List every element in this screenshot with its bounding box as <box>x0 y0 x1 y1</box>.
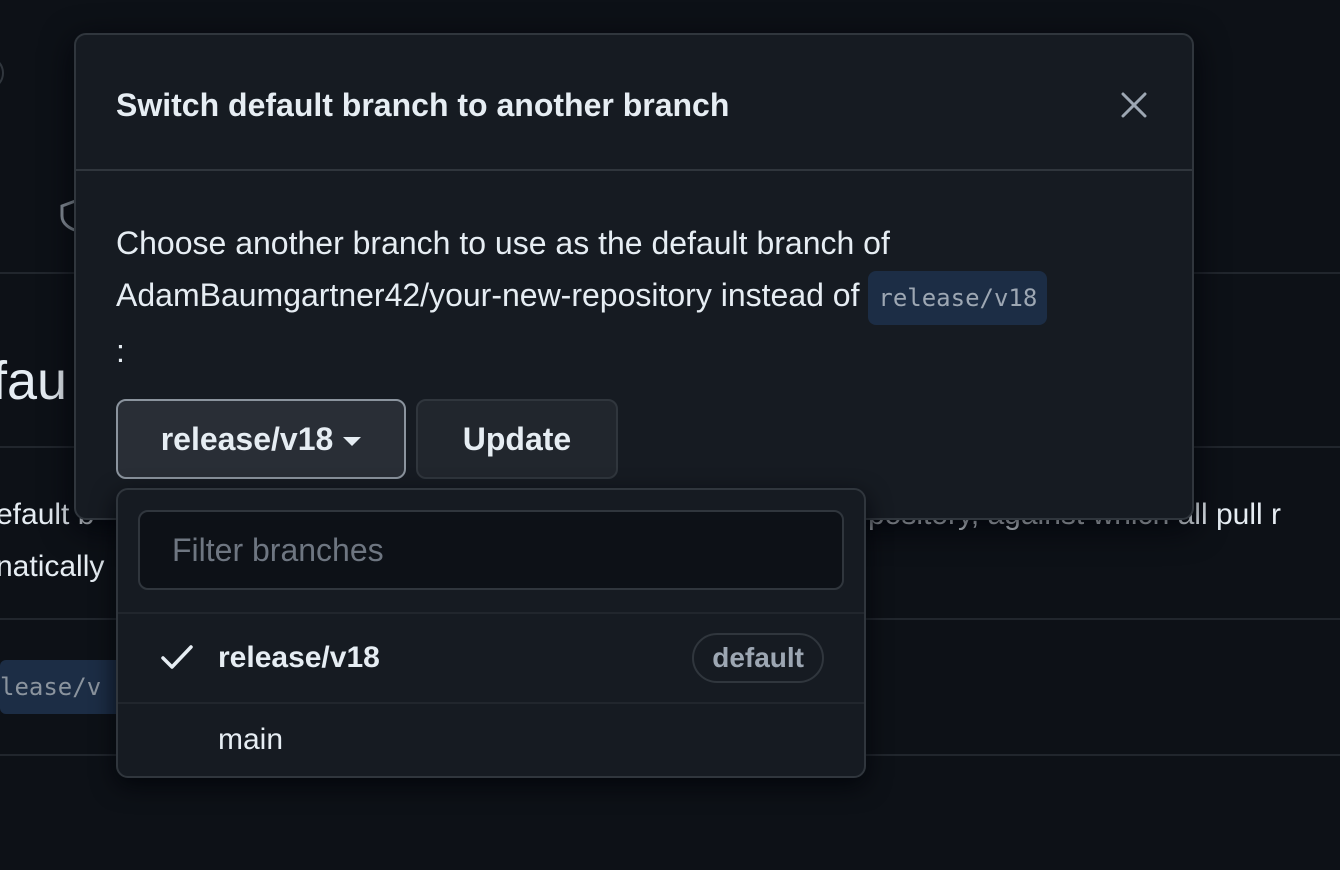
caret-down-icon <box>343 436 362 446</box>
description-text: Choose another branch to use as the defa… <box>116 225 890 313</box>
branch-item-main[interactable]: main <box>118 702 864 776</box>
current-branch-code: release/v18 <box>868 270 1048 325</box>
avatar-circle-icon <box>0 56 4 90</box>
branch-dropdown: release/v18 default main <box>116 488 866 778</box>
branch-item-label: main <box>218 723 284 756</box>
filter-container <box>118 490 864 614</box>
dialog-title: Switch default branch to another branch <box>116 87 730 123</box>
branch-select-label: release/v18 <box>160 420 334 457</box>
section-heading: fau <box>0 351 68 411</box>
check-icon <box>161 645 193 669</box>
branch-code-label: lease/v <box>0 660 130 714</box>
close-icon <box>1121 92 1147 118</box>
update-button[interactable]: Update <box>416 399 618 479</box>
dialog-header: Switch default branch to another branch <box>76 35 1192 171</box>
dialog-actions: release/v18 Update <box>116 399 618 479</box>
switch-branch-dialog: Switch default branch to another branch … <box>74 33 1194 520</box>
description-text: natically <box>0 550 105 583</box>
description-colon: : <box>116 332 125 369</box>
dialog-description: Choose another branch to use as the defa… <box>116 217 1176 377</box>
dialog-body: Choose another branch to use as the defa… <box>76 171 1192 377</box>
branch-item-release-v18[interactable]: release/v18 default <box>118 614 864 702</box>
close-button[interactable] <box>1116 87 1152 123</box>
branch-select-button[interactable]: release/v18 <box>116 399 406 479</box>
filter-branches-input[interactable] <box>138 510 844 590</box>
default-badge: default <box>692 633 824 683</box>
branch-item-label: release/v18 <box>218 641 380 674</box>
